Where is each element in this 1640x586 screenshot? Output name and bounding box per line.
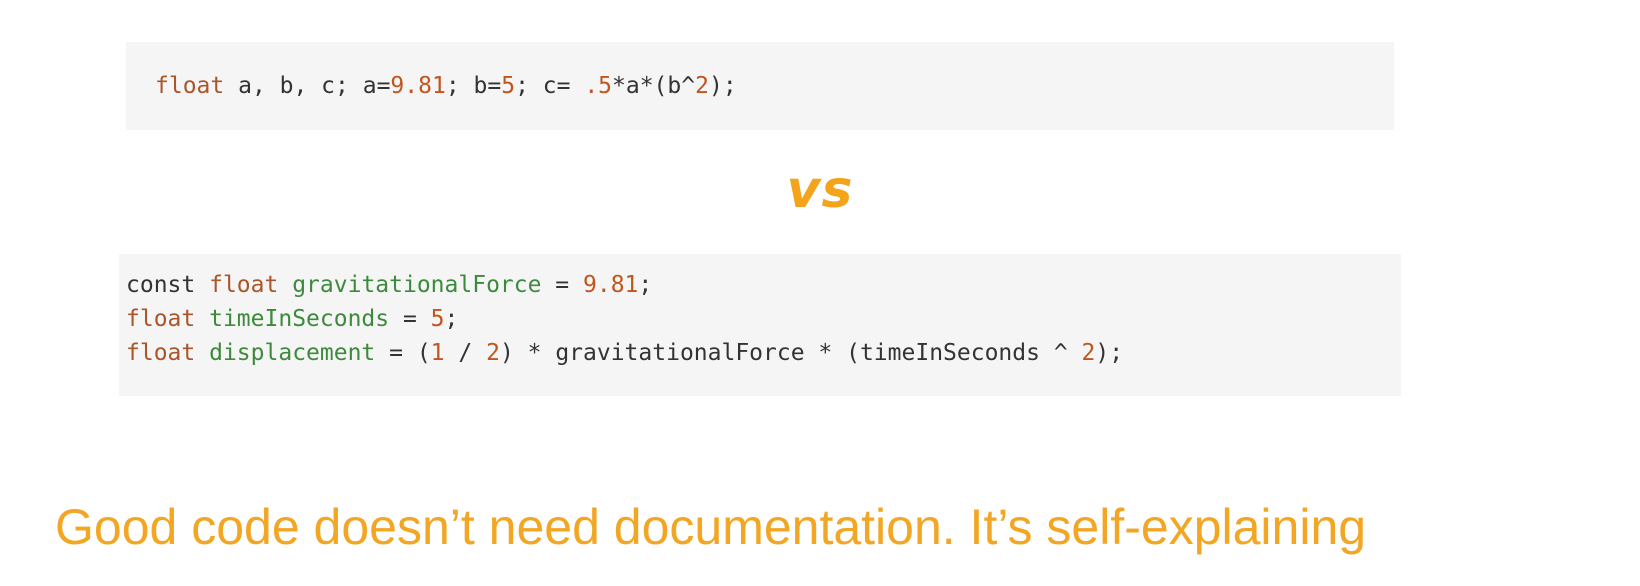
- code-token-num: 2: [486, 340, 500, 366]
- code-token-kw: float: [155, 73, 225, 99]
- code-token-plain: /: [444, 340, 487, 366]
- code-token-ident: displacement: [209, 340, 376, 366]
- code-token-num: 9.81: [583, 272, 639, 298]
- code-token-num: 2: [1081, 340, 1096, 366]
- code-token-plain: ;: [638, 272, 653, 298]
- code-token-plain: =: [389, 306, 431, 332]
- code-token-kw: float: [209, 272, 279, 298]
- code-line: float a, b, c; a=9.81; b=5; c= .5*a*(b^2…: [155, 70, 1394, 102]
- code-token-kw: float: [126, 340, 196, 366]
- code-line: float timeInSeconds = 5;: [126, 302, 1401, 336]
- code-line: const float gravitationalForce = 9.81;: [126, 268, 1401, 302]
- code-token-plain: ; c=: [515, 73, 585, 99]
- code-block-terse: float a, b, c; a=9.81; b=5; c= .5*a*(b^2…: [126, 42, 1394, 130]
- code-token-num: 1: [430, 340, 445, 366]
- code-token-ident: timeInSeconds: [209, 306, 390, 332]
- tagline: Good code doesn’t need documentation. It…: [55, 499, 1367, 555]
- code-token-num: 5: [501, 73, 516, 99]
- code-token-plain: = (: [375, 340, 431, 366]
- code-line: float displacement = (1 / 2) * gravitati…: [126, 336, 1401, 370]
- code-token-plain: ;: [444, 306, 459, 332]
- code-token-plain: );: [1095, 340, 1124, 366]
- code-token-plain: const: [126, 272, 210, 298]
- code-token-kw: float: [126, 306, 196, 332]
- code-token-plain: *a*(b^: [612, 73, 696, 99]
- vs-label: vs: [786, 160, 854, 220]
- code-block-descriptive: const float gravitationalForce = 9.81; fl…: [119, 254, 1401, 396]
- code-token-plain: ) * gravitationalForce * (timeInSeconds …: [499, 340, 1082, 366]
- code-token-num: 5: [430, 306, 445, 332]
- code-token-plain: ; b=: [445, 73, 502, 99]
- code-token-ident: gravitationalForce: [292, 272, 542, 298]
- code-token-num: 2: [695, 73, 709, 99]
- code-token-plain: );: [708, 73, 737, 99]
- code-token-num: .5: [584, 73, 613, 99]
- code-token-plain: a, b, c; a=: [224, 73, 391, 99]
- code-token-num: 9.81: [390, 73, 446, 99]
- code-token-plain: =: [541, 272, 583, 298]
